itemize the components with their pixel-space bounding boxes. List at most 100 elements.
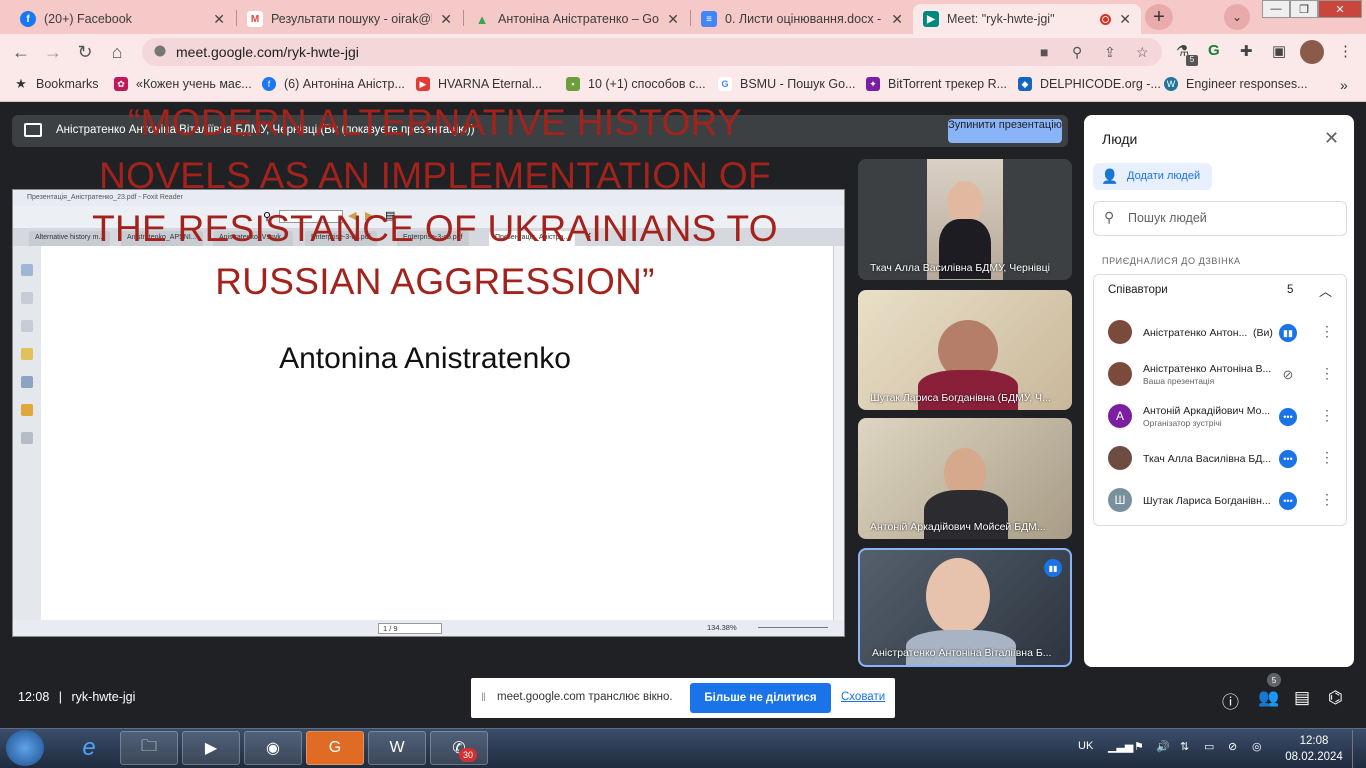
- close-window-button[interactable]: ✕: [1318, 0, 1362, 18]
- home-button[interactable]: ⌂: [106, 41, 128, 63]
- avatar: А: [1108, 404, 1132, 428]
- bookmark-item[interactable]: ✿ «Кожен учень має...: [114, 77, 252, 91]
- close-tab-icon[interactable]: ✕: [667, 11, 679, 28]
- menu-icon[interactable]: ⋮: [1338, 42, 1353, 60]
- list-item[interactable]: А Антоній Аркадійович Мо... Організатор …: [1093, 397, 1347, 439]
- puzzle-icon[interactable]: ✚: [1240, 42, 1253, 60]
- foxit-reader-icon[interactable]: G: [306, 731, 364, 765]
- zoom-slider[interactable]: [758, 627, 828, 628]
- recording-icon: [1100, 13, 1112, 25]
- stop-sharing-button[interactable]: Більше не ділитися: [690, 683, 831, 713]
- bookmark-star-icon[interactable]: ☆: [1136, 44, 1149, 61]
- internet-explorer-icon[interactable]: e: [60, 731, 118, 765]
- close-tab-icon[interactable]: ✕: [1119, 11, 1131, 28]
- panel-title: Люди: [1102, 131, 1138, 147]
- bookmark-item[interactable]: ▶ HVARNA Eternal...: [416, 77, 542, 91]
- tray-icon[interactable]: ⊘: [1228, 740, 1237, 753]
- bookmark-item[interactable]: ◆ DELPHICODE.org -...: [1018, 77, 1161, 91]
- grammarly-icon[interactable]: G: [1208, 42, 1220, 59]
- flag-icon[interactable]: ⚑: [1134, 740, 1144, 753]
- more-options-icon[interactable]: ⋮: [1320, 323, 1334, 340]
- tab-drive[interactable]: ▲ Антоніна Аністратенко – Goo ✕: [464, 4, 689, 34]
- tab-facebook[interactable]: f (20+) Facebook ✕: [10, 4, 235, 34]
- minimize-button[interactable]: —: [1262, 0, 1290, 18]
- close-tab-icon[interactable]: ✕: [440, 11, 452, 28]
- meet-icon: ▶: [923, 11, 939, 27]
- close-tab-icon[interactable]: ✕: [891, 11, 903, 28]
- word-icon[interactable]: W: [368, 731, 426, 765]
- attachment-icon[interactable]: [21, 376, 33, 388]
- security-icon[interactable]: [21, 404, 33, 416]
- battery-icon[interactable]: ▭: [1204, 740, 1214, 753]
- camera-icon[interactable]: ■: [1040, 44, 1048, 60]
- start-button[interactable]: [6, 730, 44, 766]
- chevron-up-icon[interactable]: ︿: [1319, 281, 1332, 300]
- new-tab-button[interactable]: +: [1145, 4, 1173, 30]
- list-item[interactable]: Ткач Алла Василівна БД... ••• ⋮: [1093, 439, 1347, 481]
- activities-icon[interactable]: ⌬: [1328, 688, 1343, 708]
- signature-icon[interactable]: [21, 432, 33, 444]
- file-explorer-icon[interactable]: 🗀: [120, 731, 178, 765]
- restore-button[interactable]: ❐: [1290, 0, 1318, 18]
- forward-button[interactable]: →: [42, 41, 64, 63]
- layers-icon[interactable]: [21, 320, 33, 332]
- more-options-icon[interactable]: ⋮: [1320, 491, 1334, 508]
- language-indicator[interactable]: UK: [1078, 740, 1093, 752]
- bookmarks-overflow-icon[interactable]: »: [1340, 77, 1348, 93]
- more-options-icon[interactable]: ⋮: [1320, 449, 1334, 466]
- hide-link[interactable]: Сховати: [841, 691, 885, 703]
- tab-search-button[interactable]: ⌄: [1224, 4, 1250, 30]
- page-indicator[interactable]: 1 / 9: [378, 623, 442, 634]
- list-item[interactable]: Ш Шутак Лариса Богданівн... ••• ⋮: [1093, 481, 1347, 523]
- reload-button[interactable]: ↻: [74, 41, 96, 63]
- comments-icon[interactable]: [21, 348, 33, 360]
- bookmark-item[interactable]: ✦ BitTorrent трекер R...: [866, 77, 1007, 91]
- network-icon[interactable]: ⇅: [1180, 740, 1189, 753]
- list-item[interactable]: Аністратенко Антоніна В... Ваша презента…: [1093, 355, 1347, 397]
- site-info-icon[interactable]: [154, 45, 166, 57]
- pages-icon[interactable]: [21, 264, 33, 276]
- signal-icon[interactable]: ▁▃▅: [1108, 740, 1133, 753]
- side-panel-icon[interactable]: ▣: [1272, 42, 1286, 60]
- viber-icon[interactable]: ✆: [430, 731, 488, 765]
- participant-tile-self[interactable]: ▮▮ Аністратенко Антоніна Віталіївна Б...: [858, 548, 1072, 667]
- viber-tray-icon[interactable]: ◎: [1252, 740, 1262, 753]
- slide-title: “MODERN ALTERNATIVE HISTORY NOVELS AS AN…: [92, 102, 778, 302]
- bookmark-item[interactable]: ▪ 10 (+1) способов с...: [566, 77, 706, 91]
- tab-meet[interactable]: ▶ Meet: "ryk-hwte-jgi" ✕: [913, 4, 1141, 34]
- scrollbar[interactable]: [833, 246, 844, 620]
- close-tab-icon[interactable]: ✕: [213, 11, 225, 28]
- tab-docs[interactable]: ≡ 0. Листи оцінювання.docx - G ✕: [691, 4, 913, 34]
- bookmark-item[interactable]: G BSMU - Пошук Go...: [718, 77, 855, 91]
- list-item[interactable]: Аністратенко Антон... (Ви) ▮▮ ⋮: [1093, 313, 1347, 355]
- media-player-icon[interactable]: ▶: [182, 731, 240, 765]
- back-button[interactable]: ←: [10, 41, 32, 63]
- bookmark-item[interactable]: ★ Bookmarks: [14, 76, 98, 91]
- participant-tile[interactable]: Антоній Аркадійович Мойсей БДМ...: [858, 418, 1072, 539]
- participant-tile[interactable]: Шутак Лариса Богданівна (БДМУ, Ч...: [858, 290, 1072, 410]
- bookmark-panel-icon[interactable]: [21, 292, 33, 304]
- bookmark-item[interactable]: f (6) Антоніна Аністр...: [262, 77, 405, 91]
- taskbar-clock[interactable]: 12:08 08.02.2024: [1284, 733, 1344, 765]
- zoom-icon[interactable]: ⚲: [1072, 44, 1082, 61]
- chrome-icon[interactable]: ◉: [244, 731, 302, 765]
- profile-avatar[interactable]: [1300, 40, 1324, 64]
- chat-icon[interactable]: ▤: [1294, 688, 1310, 708]
- participant-tile[interactable]: Ткач Алла Василівна БДМУ, Чернівці: [858, 159, 1072, 280]
- meeting-code: ryk-hwte-jgi: [71, 690, 136, 704]
- you-label: (Ви): [1253, 327, 1273, 339]
- show-desktop-button[interactable]: [1352, 730, 1366, 768]
- group-label[interactable]: Співавтори: [1108, 284, 1168, 296]
- people-icon[interactable]: 👥: [1258, 688, 1279, 708]
- info-icon[interactable]: ⓘ: [1222, 688, 1239, 713]
- share-icon[interactable]: ⇪: [1104, 44, 1116, 61]
- more-options-icon[interactable]: ⋮: [1320, 365, 1334, 382]
- drag-handle-icon[interactable]: ‖: [481, 690, 486, 704]
- bookmark-item[interactable]: W Engineer responses...: [1164, 77, 1308, 91]
- stop-presenting-button[interactable]: Зупинити презентацію: [948, 119, 1062, 143]
- url-text[interactable]: meet.google.com/ryk-hwte-jgi: [176, 44, 359, 60]
- tab-gmail[interactable]: M Результати пошуку - oirak@bs ✕: [237, 4, 462, 34]
- close-icon[interactable]: ✕: [1324, 128, 1339, 149]
- more-options-icon[interactable]: ⋮: [1320, 407, 1334, 424]
- volume-icon[interactable]: 🔊: [1156, 740, 1170, 753]
